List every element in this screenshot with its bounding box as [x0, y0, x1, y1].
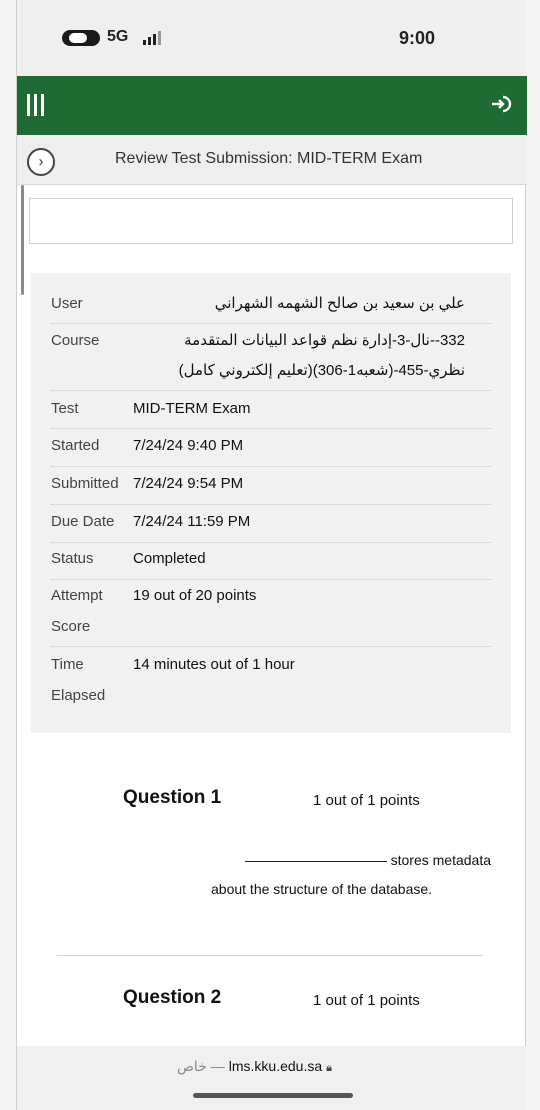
detail-value: 332--نال-3-إدارة نظم قواعد البيانات المت… — [184, 332, 465, 349]
url-text[interactable]: خاص — lms.kku.edu.sa 🔒︎ — [177, 1058, 377, 1075]
detail-row-status: Status Completed — [51, 543, 491, 580]
clock: 9:00 — [399, 28, 436, 48]
detail-label-line2: Elapsed — [51, 687, 106, 704]
status-bar: 5G 9:00 — [17, 0, 527, 76]
browser-url-bar[interactable]: خاص — lms.kku.edu.sa 🔒︎ — [17, 1046, 527, 1110]
signal-bars-icon — [143, 31, 161, 45]
detail-value-line2: نظري-455-(شعبه1-306)(تعليم إلكتروني كامل… — [178, 362, 465, 379]
detail-value: علي بن سعيد بن صالح الشهمه الشهراني — [214, 295, 465, 312]
detail-row-test: Test MID-TERM Exam — [51, 393, 491, 429]
title-bar: › Review Test Submission: MID-TERM Exam — [17, 135, 527, 185]
detail-label: Submitted — [51, 475, 119, 492]
detail-label: Course — [51, 332, 100, 349]
detail-value: MID-TERM Exam — [133, 400, 251, 417]
question-points: 1 out of 1 points — [313, 992, 420, 1009]
detail-label: Due Date — [51, 513, 115, 530]
detail-row-course: Course 332--نال-3-إدارة نظم قواعد البيان… — [51, 325, 491, 391]
private-label: خاص — — [177, 1058, 225, 1074]
question-line-2: about the structure of the database. — [211, 881, 433, 897]
question-text-after-blank: stores metadata — [390, 852, 491, 868]
url-domain: lms.kku.edu.sa — [228, 1058, 323, 1074]
detail-label: Status — [51, 550, 94, 567]
detail-row-user: User علي بن سعيد بن صالح الشهمه الشهراني — [51, 288, 491, 324]
detail-value: Completed — [133, 550, 206, 567]
detail-value: 19 out of 20 points — [133, 587, 257, 604]
question-text: stores metadata about the structure of t… — [211, 846, 491, 904]
page-title: Review Test Submission: MID-TERM Exam — [115, 150, 423, 167]
question-divider — [57, 955, 483, 956]
question-title: Question 1 — [123, 787, 222, 808]
question-title: Question 2 — [123, 987, 222, 1008]
login-arrow-icon[interactable] — [489, 94, 513, 116]
detail-row-submitted: Submitted 7/24/24 9:54 PM — [51, 468, 491, 505]
lock-icon: 🔒︎ — [326, 1062, 332, 1074]
detail-row-attempt-score: Attempt Score 19 out of 20 points — [51, 580, 491, 647]
content-box — [29, 198, 513, 244]
page-frame: 5G 9:00 › Review Test Submission: MID-TE… — [16, 0, 527, 1110]
detail-label: Time — [51, 656, 84, 673]
detail-value: 7/24/24 9:54 PM — [133, 475, 244, 492]
scroll-indicator[interactable] — [21, 185, 24, 295]
detail-value: 7/24/24 11:59 PM — [133, 513, 251, 530]
question-line-1: stores metadata — [211, 846, 491, 875]
detail-row-due-date: Due Date 7/24/24 11:59 PM — [51, 506, 491, 543]
hamburger-menu-icon[interactable] — [27, 94, 51, 116]
detail-label: Test — [51, 400, 79, 417]
battery-icon — [62, 30, 100, 46]
chevron-right-icon[interactable]: › — [27, 148, 55, 176]
detail-value: 14 minutes out of 1 hour — [133, 656, 295, 673]
answer-blank — [244, 860, 387, 862]
detail-value: 7/24/24 9:40 PM — [133, 437, 244, 454]
home-indicator[interactable] — [193, 1093, 353, 1098]
detail-label: Attempt — [51, 587, 103, 604]
submission-details: User علي بن سعيد بن صالح الشهمه الشهراني… — [31, 273, 511, 733]
question-points: 1 out of 1 points — [313, 792, 420, 809]
network-label: 5G — [107, 28, 129, 45]
detail-label: Started — [51, 437, 100, 454]
app-header — [17, 76, 527, 135]
detail-label: User — [51, 295, 83, 312]
detail-row-time-elapsed: Time Elapsed 14 minutes out of 1 hour — [51, 649, 491, 719]
detail-row-started: Started 7/24/24 9:40 PM — [51, 430, 491, 467]
detail-label-line2: Score — [51, 618, 91, 635]
